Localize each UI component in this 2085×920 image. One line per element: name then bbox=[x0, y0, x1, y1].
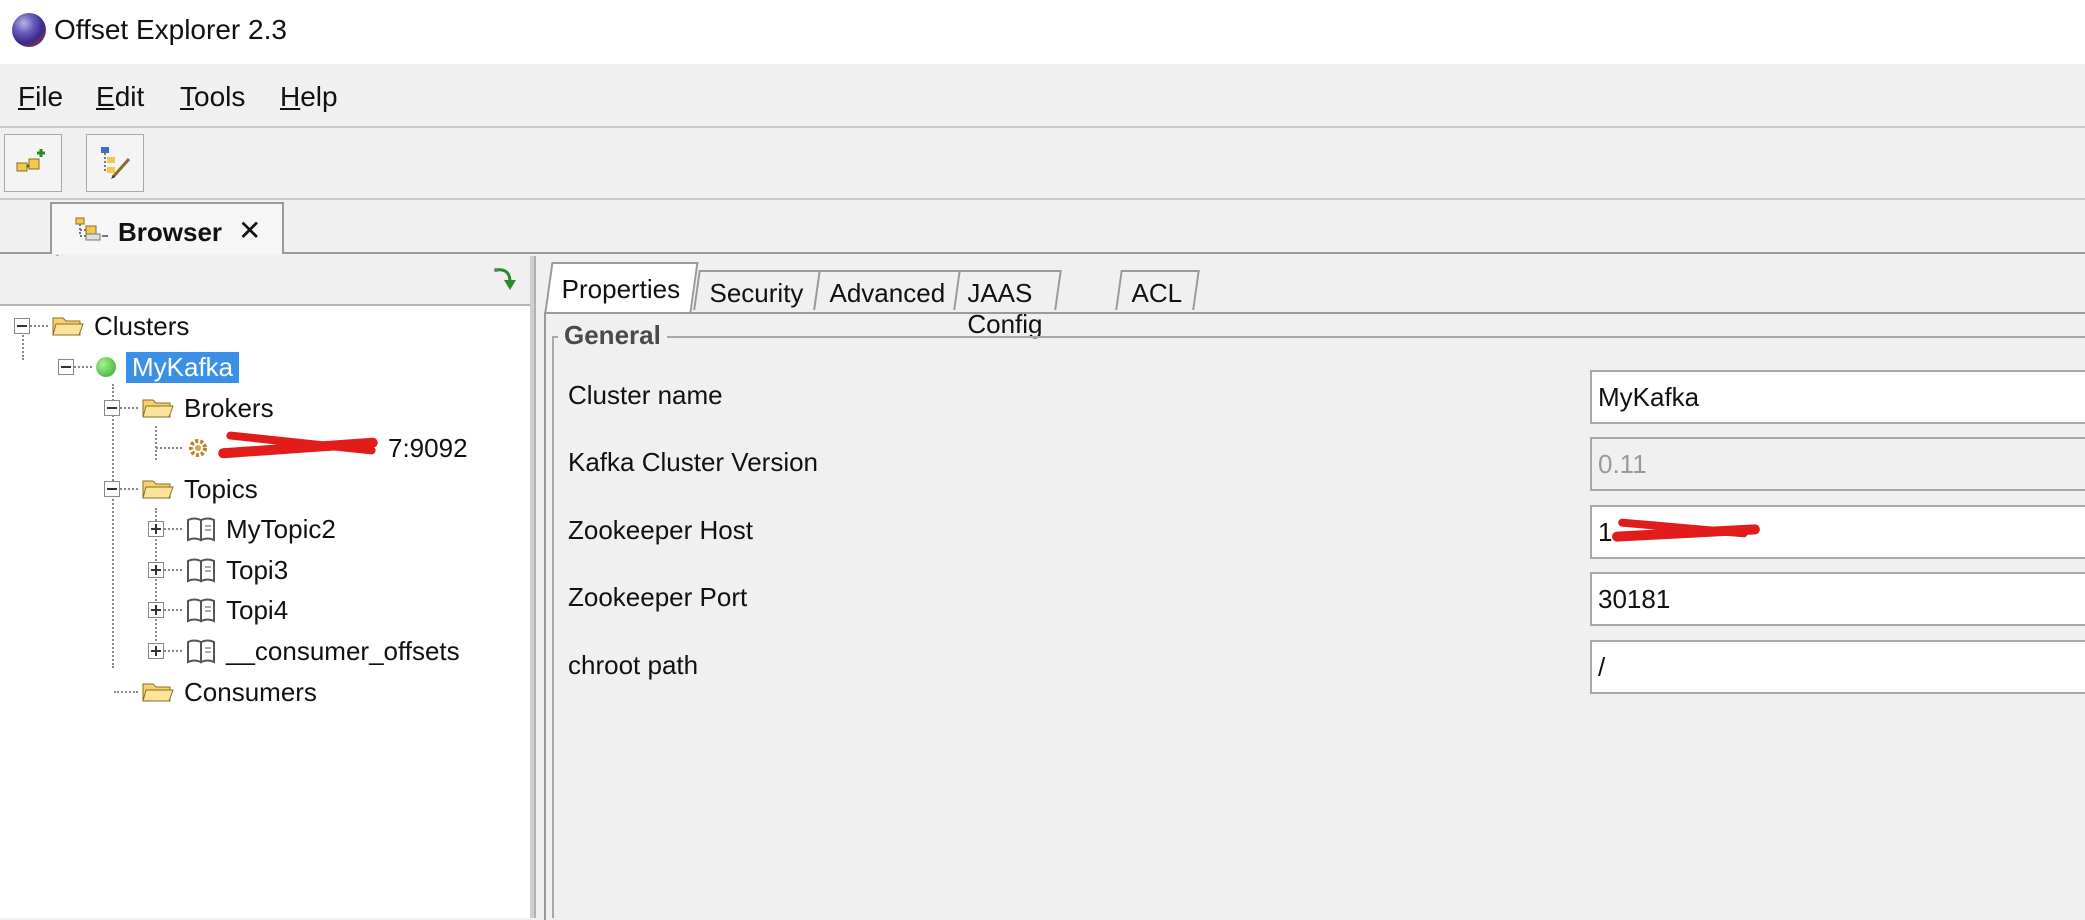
menu-tools[interactable]: Tools bbox=[180, 81, 245, 113]
collapse-icon[interactable] bbox=[14, 318, 30, 334]
app-title: Offset Explorer 2.3 bbox=[54, 14, 287, 45]
tab-advanced[interactable]: Advanced bbox=[813, 270, 963, 310]
cluster-name-label: Cluster name bbox=[568, 380, 723, 410]
menu-file[interactable]: File bbox=[18, 81, 63, 113]
expand-icon[interactable] bbox=[148, 562, 164, 578]
add-connection-icon bbox=[16, 149, 45, 172]
cluster-name-field[interactable]: MyKafka bbox=[1590, 370, 2085, 424]
kafka-version-label: Kafka Cluster Version bbox=[568, 447, 819, 477]
folder-open-icon bbox=[52, 317, 84, 336]
chroot-path-label: chroot path bbox=[568, 650, 699, 680]
tree-header bbox=[0, 256, 530, 306]
topic-book-icon bbox=[187, 598, 215, 623]
properties-panel: Properties Security Advanced JAAS Config… bbox=[534, 256, 2085, 920]
tree-node-cluster-mykafka[interactable]: MyKafka bbox=[58, 349, 240, 385]
redacted-broker-host bbox=[218, 437, 388, 459]
zookeeper-host-prefix: 1 bbox=[1598, 517, 1613, 547]
tree-label-broker-port: 7:9092 bbox=[388, 432, 468, 463]
folder-open-icon bbox=[142, 683, 174, 702]
topic-book-icon bbox=[187, 517, 215, 542]
topic-book-icon bbox=[187, 639, 215, 664]
tree-label-brokers: Brokers bbox=[184, 392, 274, 423]
tab-jaas-config[interactable]: JAAS Config bbox=[953, 270, 1062, 339]
topic-book-icon bbox=[187, 558, 215, 583]
connected-status-icon bbox=[96, 357, 116, 377]
folder-open-icon bbox=[142, 399, 174, 418]
close-icon[interactable]: ✕ bbox=[238, 214, 261, 247]
view-tab-strip: Browser ✕ bbox=[0, 200, 2085, 254]
tab-properties[interactable]: Properties bbox=[544, 262, 699, 312]
tab-security[interactable]: Security bbox=[693, 270, 821, 310]
tree-label-topic: Topi4 bbox=[226, 594, 289, 625]
edit-tree-button[interactable] bbox=[86, 134, 144, 192]
tree-node-brokers[interactable]: Brokers bbox=[104, 390, 274, 426]
tree-label-clusters: Clusters bbox=[94, 310, 190, 341]
menu-help[interactable]: Help bbox=[280, 81, 338, 113]
collapse-icon[interactable] bbox=[104, 400, 120, 416]
toolbar bbox=[0, 128, 2085, 200]
tree-node-broker[interactable]: 7:9092 bbox=[156, 430, 468, 466]
expand-icon[interactable] bbox=[148, 602, 164, 618]
collapse-icon[interactable] bbox=[58, 359, 74, 375]
tree-node-clusters[interactable]: Clusters bbox=[14, 308, 189, 344]
app-logo-icon bbox=[12, 13, 46, 47]
tree-node-consumers[interactable]: Consumers bbox=[114, 674, 317, 710]
zookeeper-port-label: Zookeeper Port bbox=[568, 582, 748, 612]
tree-label-topic: MyTopic2 bbox=[226, 513, 336, 544]
chroot-path-field[interactable]: / bbox=[1590, 640, 2085, 694]
title-bar: Offset Explorer 2.3 bbox=[0, 0, 2085, 64]
tab-browser[interactable]: Browser ✕ bbox=[50, 202, 284, 254]
tree-node-topics[interactable]: Topics bbox=[104, 471, 258, 507]
expand-icon[interactable] bbox=[148, 643, 164, 659]
tree-label-topic: __consumer_offsets bbox=[226, 635, 460, 666]
add-connection-button[interactable] bbox=[4, 134, 62, 192]
browser-tree-icon bbox=[75, 217, 108, 241]
collapse-icon[interactable] bbox=[104, 481, 120, 497]
edit-tree-icon bbox=[101, 147, 131, 179]
zookeeper-host-field[interactable]: 1 bbox=[1590, 505, 2085, 559]
tab-browser-label: Browser bbox=[118, 217, 223, 247]
tree-node-topic[interactable]: Topi4 bbox=[148, 592, 288, 628]
tree-node-topic[interactable]: __consumer_offsets bbox=[148, 633, 460, 669]
tree-label-topic: Topi3 bbox=[226, 554, 289, 585]
tree-node-topic[interactable]: Topi3 bbox=[148, 552, 288, 588]
tree-node-topic[interactable]: MyTopic2 bbox=[148, 511, 336, 547]
tree-label-mykafka: MyKafka bbox=[126, 351, 240, 383]
zookeeper-host-label: Zookeeper Host bbox=[568, 515, 753, 545]
tree-connector bbox=[112, 384, 114, 668]
folder-open-icon bbox=[142, 480, 174, 499]
zookeeper-port-field[interactable]: 30181 bbox=[1590, 572, 2085, 626]
properties-content: General Cluster name MyKafka Kafka Clust… bbox=[544, 312, 2085, 920]
general-group-title: General bbox=[558, 320, 667, 351]
kafka-version-field[interactable]: 0.11 bbox=[1590, 437, 2085, 491]
redacted-zookeeper-host bbox=[1612, 524, 1762, 544]
tree-label-consumers: Consumers bbox=[184, 676, 317, 707]
tree-label-topics: Topics bbox=[184, 473, 258, 504]
broker-gear-icon bbox=[189, 439, 207, 457]
refresh-icon[interactable] bbox=[490, 264, 520, 294]
menu-bar: File Edit Tools Help bbox=[0, 64, 2085, 128]
menu-edit[interactable]: Edit bbox=[96, 81, 144, 113]
tab-acl[interactable]: ACL bbox=[1115, 270, 1200, 310]
expand-icon[interactable] bbox=[148, 521, 164, 537]
cluster-tree-panel: Clusters MyKafka Brokers 7:9092 Topics M… bbox=[0, 256, 534, 918]
